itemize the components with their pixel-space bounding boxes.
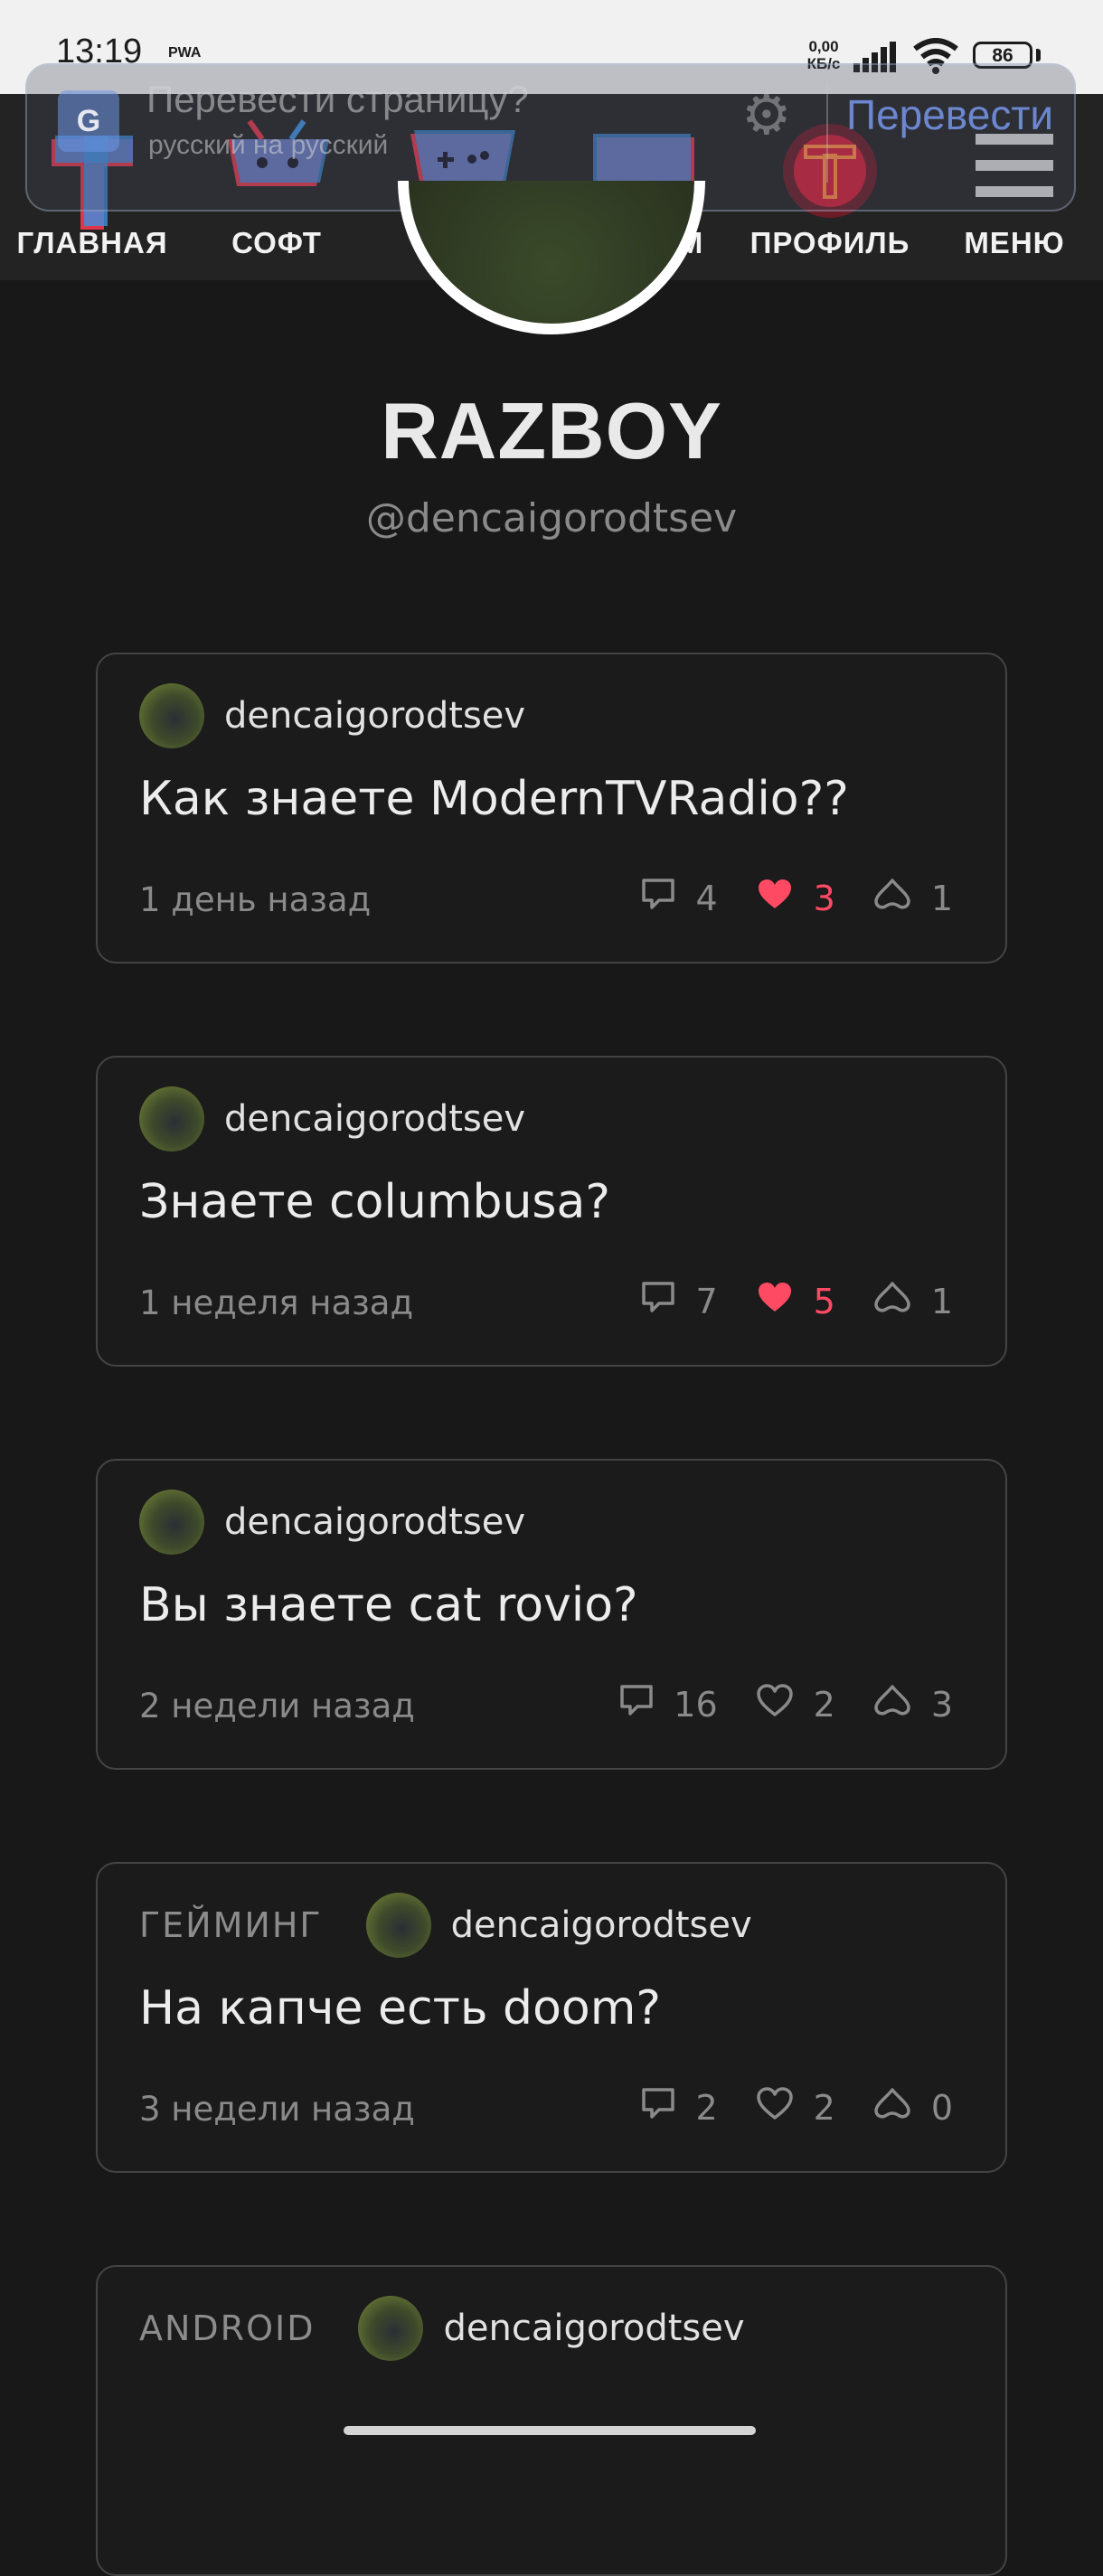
comments-stat[interactable]: 7 (641, 1281, 718, 1321)
likes-stat[interactable]: 2 (756, 2086, 835, 2129)
reposts-stat[interactable]: 0 (873, 2086, 953, 2129)
likes-count: 5 (813, 1281, 835, 1321)
comment-icon (641, 1281, 695, 1321)
network-speed-value: 0,00 (808, 38, 839, 55)
comment-icon (641, 878, 695, 918)
heart-icon (756, 2086, 814, 2129)
post-header: dencaigorodtsev (139, 1085, 525, 1153)
post-stats: 16 2 3 (581, 1683, 953, 1725)
reposts-count: 1 (930, 1281, 953, 1321)
post-header: dencaigorodtsev (139, 682, 525, 750)
post-author[interactable]: dencaigorodtsev (443, 2308, 744, 2349)
post-title[interactable]: Вы знаете cat rovio? (139, 1578, 638, 1632)
post-header: dencaigorodtsev (139, 1488, 525, 1556)
heart-icon (756, 1280, 814, 1322)
author-avatar[interactable] (139, 683, 204, 748)
comments-stat[interactable]: 2 (641, 2087, 718, 2128)
comments-count: 2 (695, 2087, 718, 2128)
post-time: 2 недели назад (139, 1687, 415, 1725)
reposts-stat[interactable]: 3 (873, 1683, 953, 1725)
home-indicator[interactable] (344, 2426, 756, 2435)
likes-stat[interactable]: 5 (756, 1280, 835, 1322)
post-header: ГЕЙМИНГ dencaigorodtsev (139, 1891, 752, 1960)
author-avatar[interactable] (139, 1490, 204, 1555)
post-header: ANDROID dencaigorodtsev (139, 2294, 745, 2363)
translate-button[interactable]: Перевести (846, 90, 1053, 139)
post-card[interactable]: dencaigorodtsev Как знаете ModernTVRadio?… (96, 653, 1007, 964)
likes-stat[interactable]: 2 (756, 1683, 835, 1725)
comment-icon (641, 2087, 695, 2128)
repost-icon (873, 1280, 931, 1322)
post-card[interactable]: ANDROID dencaigorodtsev (96, 2265, 1007, 2576)
comments-count: 4 (695, 878, 718, 918)
author-avatar[interactable] (139, 1086, 204, 1152)
google-translate-icon: G (58, 90, 119, 152)
comment-icon (619, 1684, 674, 1725)
post-author[interactable]: dencaigorodtsev (224, 1501, 525, 1543)
post-category[interactable]: ANDROID (139, 2308, 315, 2348)
heart-icon (756, 1683, 814, 1725)
post-author[interactable]: dencaigorodtsev (224, 695, 525, 737)
likes-count: 2 (813, 1684, 835, 1725)
repost-icon (873, 1683, 931, 1725)
post-stats: 2 2 0 (603, 2086, 953, 2129)
profile-name: RAZBOY (381, 386, 722, 475)
translate-divider (826, 83, 828, 183)
post-time: 3 недели назад (139, 2090, 415, 2129)
gear-icon[interactable]: ⚙ (741, 87, 792, 143)
reposts-count: 1 (930, 878, 953, 918)
comments-count: 7 (695, 1281, 718, 1321)
post-title[interactable]: Знаете columbusa? (139, 1175, 610, 1229)
profile-avatar (398, 181, 705, 334)
post-card[interactable]: dencaigorodtsev Вы знаете cat rovio? 2 нед… (96, 1459, 1007, 1770)
comments-stat[interactable]: 4 (641, 878, 718, 918)
heart-icon (756, 877, 814, 919)
nav-soft-label: СОФТ (231, 226, 322, 259)
nav-profile-label: ПРОФИЛЬ (749, 226, 910, 259)
reposts-stat[interactable]: 1 (873, 877, 953, 919)
translate-title: Перевести страницу? (146, 78, 529, 120)
post-stats: 4 3 1 (603, 877, 953, 919)
translate-subtitle: русский на русский (148, 130, 389, 160)
likes-count: 2 (813, 2087, 835, 2128)
comments-stat[interactable]: 16 (619, 1684, 718, 1725)
post-category[interactable]: ГЕЙМИНГ (139, 1905, 323, 1945)
repost-icon (873, 2086, 931, 2129)
likes-stat[interactable]: 3 (756, 877, 835, 919)
post-author[interactable]: dencaigorodtsev (224, 1098, 525, 1140)
author-avatar[interactable] (365, 1893, 431, 1958)
post-stats: 7 5 1 (603, 1280, 953, 1322)
post-title[interactable]: Как знаете ModernTVRadio?? (139, 772, 849, 826)
post-author[interactable]: dencaigorodtsev (451, 1904, 752, 1946)
author-avatar[interactable] (358, 2296, 424, 2361)
nav-home-label: ГЛАВНАЯ (16, 226, 168, 259)
post-title[interactable]: На капче есть doom? (139, 1981, 661, 2035)
battery-tip (1036, 49, 1041, 61)
reposts-count: 3 (930, 1684, 953, 1725)
comments-count: 16 (674, 1684, 718, 1725)
nav-menu-label: МЕНЮ (964, 226, 1065, 259)
reposts-count: 0 (930, 2087, 953, 2128)
profile-handle: @dencaigorodtsev (365, 495, 738, 541)
status-pwa: PWA (168, 45, 202, 61)
post-card[interactable]: ГЕЙМИНГ dencaigorodtsev На капче есть doom… (96, 1862, 1007, 2173)
reposts-stat[interactable]: 1 (873, 1280, 953, 1322)
post-card[interactable]: dencaigorodtsev Знаете columbusa? 1 неделя… (96, 1056, 1007, 1367)
repost-icon (873, 877, 931, 919)
post-time: 1 неделя назад (139, 1283, 414, 1322)
likes-count: 3 (813, 878, 835, 918)
post-time: 1 день назад (139, 880, 372, 919)
